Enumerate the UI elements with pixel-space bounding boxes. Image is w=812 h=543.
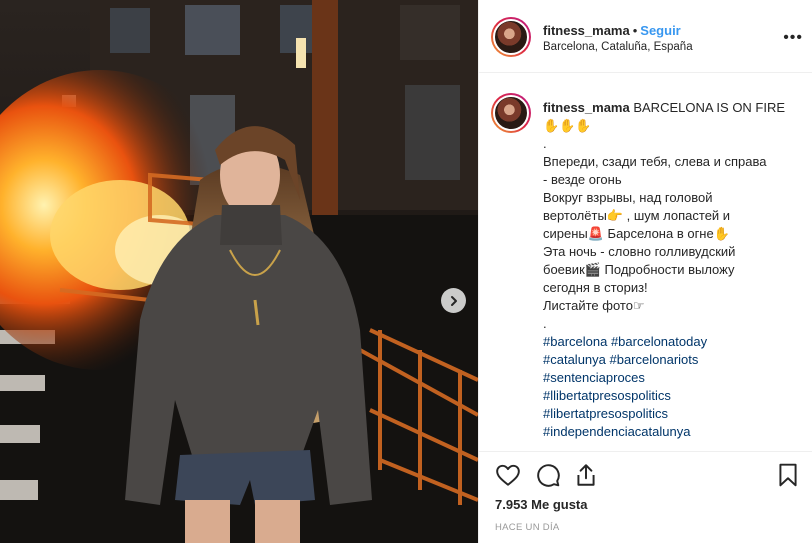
likes-count[interactable]: 7.953 Me gusta xyxy=(495,497,588,512)
photo-scene xyxy=(0,0,478,543)
follow-button[interactable]: Seguir xyxy=(640,23,680,38)
post-photo[interactable] xyxy=(0,0,478,543)
hashtag-line[interactable]: #libertatpresospolitics xyxy=(543,405,801,423)
bookmark-icon[interactable] xyxy=(775,462,801,488)
comment-icon[interactable] xyxy=(535,462,561,488)
hashtag-line[interactable]: #catalunya #barcelonariots xyxy=(543,351,801,369)
hashtag-line[interactable]: #llibertatpresospolitics xyxy=(543,387,801,405)
caption-line: Эта ночь - словно голливудский xyxy=(543,244,736,259)
avatar[interactable] xyxy=(491,17,531,57)
hashtag-line[interactable]: #barcelona #barcelonatoday xyxy=(543,333,801,351)
header-user-line: fitness_mama • Seguir xyxy=(543,23,681,38)
caption-line: Вокруг взрывы, над головой xyxy=(543,190,713,205)
caption-line: боевик🎬 Подробности выложу xyxy=(543,262,735,277)
caption-line: . xyxy=(543,316,547,331)
caption-line: Листайте фото☞ xyxy=(543,298,645,313)
separator-dot: • xyxy=(632,23,638,38)
avatar[interactable] xyxy=(491,93,531,133)
caption-line: ✋✋✋ xyxy=(543,118,592,133)
caption-comment: fitness_mama BARCELONA IS ON FIRE ✋✋✋ . … xyxy=(479,73,812,451)
heart-icon[interactable] xyxy=(495,462,521,488)
caption-line: сегодня в сториз! xyxy=(543,280,648,295)
caption-heading: BARCELONA IS ON FIRE xyxy=(633,100,786,115)
share-icon[interactable] xyxy=(573,462,599,488)
chevron-right-icon xyxy=(450,295,457,306)
next-photo-button[interactable] xyxy=(441,288,466,313)
caption-line: сирены🚨 Барселона в огне✋ xyxy=(543,226,730,241)
post-timestamp[interactable]: HACE UN DÍA xyxy=(495,522,560,533)
caption-text: fitness_mama BARCELONA IS ON FIRE ✋✋✋ . … xyxy=(543,99,801,441)
caption-line: - везде огонь xyxy=(543,172,622,187)
hashtag-line[interactable]: #independenciacatalunya xyxy=(543,423,801,441)
post-actions: 7.953 Me gusta HACE UN DÍA xyxy=(479,451,812,543)
caption-line: . xyxy=(543,136,547,151)
post-header: fitness_mama • Seguir Barcelona, Cataluña,… xyxy=(479,0,812,73)
ellipsis-icon[interactable]: ••• xyxy=(783,30,803,46)
hashtag-line[interactable]: #sentenciaproces xyxy=(543,369,801,387)
post-details-panel: fitness_mama • Seguir Barcelona, Cataluña,… xyxy=(478,0,812,543)
username-link[interactable]: fitness_mama xyxy=(543,23,630,38)
caption-username-link[interactable]: fitness_mama xyxy=(543,100,630,115)
caption-line: Впереди, сзади тебя, слева и справа xyxy=(543,154,767,169)
caption-line: вертолёты👉 , шум лопастей и xyxy=(543,208,731,223)
location-link[interactable]: Barcelona, Cataluña, España xyxy=(543,41,693,53)
caption-first-line: fitness_mama BARCELONA IS ON FIRE xyxy=(543,99,801,117)
